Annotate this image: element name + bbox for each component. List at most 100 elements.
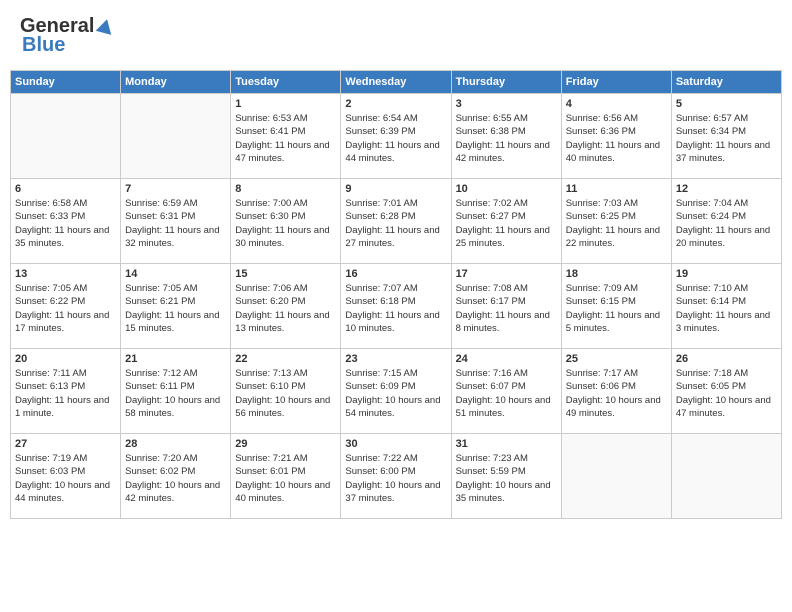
day-number: 29 bbox=[235, 438, 336, 450]
day-info: Sunrise: 6:53 AMSunset: 6:41 PMDaylight:… bbox=[235, 112, 336, 165]
day-number: 14 bbox=[125, 268, 226, 280]
day-info: Sunrise: 6:56 AMSunset: 6:36 PMDaylight:… bbox=[566, 112, 667, 165]
logo-blue-text: Blue bbox=[22, 34, 65, 57]
calendar-cell: 30 Sunrise: 7:22 AMSunset: 6:00 PMDayligh… bbox=[341, 434, 451, 519]
col-header-tuesday: Tuesday bbox=[231, 71, 341, 94]
calendar-cell: 18 Sunrise: 7:09 AMSunset: 6:15 PMDayligh… bbox=[561, 264, 671, 349]
week-row-5: 27 Sunrise: 7:19 AMSunset: 6:03 PMDayligh… bbox=[11, 434, 782, 519]
day-number: 15 bbox=[235, 268, 336, 280]
week-row-3: 13 Sunrise: 7:05 AMSunset: 6:22 PMDayligh… bbox=[11, 264, 782, 349]
day-number: 4 bbox=[566, 98, 667, 110]
col-header-monday: Monday bbox=[121, 71, 231, 94]
day-number: 31 bbox=[456, 438, 557, 450]
day-info: Sunrise: 7:04 AMSunset: 6:24 PMDaylight:… bbox=[676, 197, 777, 250]
calendar-cell bbox=[671, 434, 781, 519]
col-header-wednesday: Wednesday bbox=[341, 71, 451, 94]
day-number: 5 bbox=[676, 98, 777, 110]
logo-icon bbox=[95, 17, 115, 37]
day-info: Sunrise: 6:58 AMSunset: 6:33 PMDaylight:… bbox=[15, 197, 116, 250]
calendar-cell: 27 Sunrise: 7:19 AMSunset: 6:03 PMDayligh… bbox=[11, 434, 121, 519]
day-info: Sunrise: 7:20 AMSunset: 6:02 PMDaylight:… bbox=[125, 452, 226, 505]
calendar-cell: 8 Sunrise: 7:00 AMSunset: 6:30 PMDaylight… bbox=[231, 179, 341, 264]
col-header-sunday: Sunday bbox=[11, 71, 121, 94]
calendar-cell: 2Sunrise: 6:54 AMSunset: 6:39 PMDaylight… bbox=[341, 94, 451, 179]
calendar-cell: 31 Sunrise: 7:23 AMSunset: 5:59 PMDayligh… bbox=[451, 434, 561, 519]
logo: General Blue bbox=[20, 15, 116, 57]
day-number: 27 bbox=[15, 438, 116, 450]
calendar-cell: 11 Sunrise: 7:03 AMSunset: 6:25 PMDayligh… bbox=[561, 179, 671, 264]
day-number: 19 bbox=[676, 268, 777, 280]
day-info: Sunrise: 7:22 AMSunset: 6:00 PMDaylight:… bbox=[345, 452, 446, 505]
day-info: Sunrise: 7:17 AMSunset: 6:06 PMDaylight:… bbox=[566, 367, 667, 420]
day-number: 28 bbox=[125, 438, 226, 450]
day-number: 13 bbox=[15, 268, 116, 280]
day-info: Sunrise: 6:57 AMSunset: 6:34 PMDaylight:… bbox=[676, 112, 777, 165]
day-number: 11 bbox=[566, 183, 667, 195]
calendar-cell: 20 Sunrise: 7:11 AMSunset: 6:13 PMDayligh… bbox=[11, 349, 121, 434]
calendar-cell: 21 Sunrise: 7:12 AMSunset: 6:11 PMDayligh… bbox=[121, 349, 231, 434]
day-info: Sunrise: 7:05 AMSunset: 6:22 PMDaylight:… bbox=[15, 282, 116, 335]
day-number: 26 bbox=[676, 353, 777, 365]
day-info: Sunrise: 7:10 AMSunset: 6:14 PMDaylight:… bbox=[676, 282, 777, 335]
day-number: 12 bbox=[676, 183, 777, 195]
calendar-cell: 4 Sunrise: 6:56 AMSunset: 6:36 PMDaylight… bbox=[561, 94, 671, 179]
day-info: Sunrise: 7:09 AMSunset: 6:15 PMDaylight:… bbox=[566, 282, 667, 335]
calendar-cell: 9 Sunrise: 7:01 AMSunset: 6:28 PMDaylight… bbox=[341, 179, 451, 264]
day-info: Sunrise: 7:21 AMSunset: 6:01 PMDaylight:… bbox=[235, 452, 336, 505]
calendar-cell: 22 Sunrise: 7:13 AMSunset: 6:10 PMDayligh… bbox=[231, 349, 341, 434]
calendar-cell: 19 Sunrise: 7:10 AMSunset: 6:14 PMDayligh… bbox=[671, 264, 781, 349]
day-number: 17 bbox=[456, 268, 557, 280]
day-number: 25 bbox=[566, 353, 667, 365]
calendar-cell: 15 Sunrise: 7:06 AMSunset: 6:20 PMDayligh… bbox=[231, 264, 341, 349]
calendar-cell: 5 Sunrise: 6:57 AMSunset: 6:34 PMDaylight… bbox=[671, 94, 781, 179]
day-info: Sunrise: 7:13 AMSunset: 6:10 PMDaylight:… bbox=[235, 367, 336, 420]
header-row: SundayMondayTuesdayWednesdayThursdayFrid… bbox=[11, 71, 782, 94]
day-number: 18 bbox=[566, 268, 667, 280]
day-number: 16 bbox=[345, 268, 446, 280]
calendar-cell: 23 Sunrise: 7:15 AMSunset: 6:09 PMDayligh… bbox=[341, 349, 451, 434]
day-info: Sunrise: 7:11 AMSunset: 6:13 PMDaylight:… bbox=[15, 367, 116, 420]
day-info: Sunrise: 7:05 AMSunset: 6:21 PMDaylight:… bbox=[125, 282, 226, 335]
day-number: 6 bbox=[15, 183, 116, 195]
day-number: 9 bbox=[345, 183, 446, 195]
calendar-cell: 16 Sunrise: 7:07 AMSunset: 6:18 PMDayligh… bbox=[341, 264, 451, 349]
day-info: Sunrise: 7:18 AMSunset: 6:05 PMDaylight:… bbox=[676, 367, 777, 420]
calendar-cell bbox=[121, 94, 231, 179]
calendar-cell: 13 Sunrise: 7:05 AMSunset: 6:22 PMDayligh… bbox=[11, 264, 121, 349]
day-number: 8 bbox=[235, 183, 336, 195]
day-info: Sunrise: 7:19 AMSunset: 6:03 PMDaylight:… bbox=[15, 452, 116, 505]
page-header: General Blue bbox=[10, 10, 782, 62]
calendar-cell: 3Sunrise: 6:55 AMSunset: 6:38 PMDaylight… bbox=[451, 94, 561, 179]
week-row-1: 1Sunrise: 6:53 AMSunset: 6:41 PMDaylight… bbox=[11, 94, 782, 179]
calendar-cell: 26 Sunrise: 7:18 AMSunset: 6:05 PMDayligh… bbox=[671, 349, 781, 434]
day-number: 3 bbox=[456, 98, 557, 110]
day-info: Sunrise: 7:06 AMSunset: 6:20 PMDaylight:… bbox=[235, 282, 336, 335]
day-number: 23 bbox=[345, 353, 446, 365]
day-info: Sunrise: 7:23 AMSunset: 5:59 PMDaylight:… bbox=[456, 452, 557, 505]
day-number: 21 bbox=[125, 353, 226, 365]
day-info: Sunrise: 7:07 AMSunset: 6:18 PMDaylight:… bbox=[345, 282, 446, 335]
calendar-cell: 6 Sunrise: 6:58 AMSunset: 6:33 PMDaylight… bbox=[11, 179, 121, 264]
col-header-thursday: Thursday bbox=[451, 71, 561, 94]
day-info: Sunrise: 7:15 AMSunset: 6:09 PMDaylight:… bbox=[345, 367, 446, 420]
day-number: 30 bbox=[345, 438, 446, 450]
col-header-saturday: Saturday bbox=[671, 71, 781, 94]
day-info: Sunrise: 7:00 AMSunset: 6:30 PMDaylight:… bbox=[235, 197, 336, 250]
day-info: Sunrise: 7:12 AMSunset: 6:11 PMDaylight:… bbox=[125, 367, 226, 420]
day-info: Sunrise: 7:16 AMSunset: 6:07 PMDaylight:… bbox=[456, 367, 557, 420]
calendar-cell: 29 Sunrise: 7:21 AMSunset: 6:01 PMDayligh… bbox=[231, 434, 341, 519]
calendar-cell: 12 Sunrise: 7:04 AMSunset: 6:24 PMDayligh… bbox=[671, 179, 781, 264]
day-info: Sunrise: 6:54 AMSunset: 6:39 PMDaylight:… bbox=[345, 112, 446, 165]
day-info: Sunrise: 6:59 AMSunset: 6:31 PMDaylight:… bbox=[125, 197, 226, 250]
day-info: Sunrise: 7:01 AMSunset: 6:28 PMDaylight:… bbox=[345, 197, 446, 250]
day-info: Sunrise: 7:08 AMSunset: 6:17 PMDaylight:… bbox=[456, 282, 557, 335]
day-number: 20 bbox=[15, 353, 116, 365]
day-number: 10 bbox=[456, 183, 557, 195]
calendar-cell: 25 Sunrise: 7:17 AMSunset: 6:06 PMDayligh… bbox=[561, 349, 671, 434]
day-number: 7 bbox=[125, 183, 226, 195]
col-header-friday: Friday bbox=[561, 71, 671, 94]
day-number: 22 bbox=[235, 353, 336, 365]
day-info: Sunrise: 7:03 AMSunset: 6:25 PMDaylight:… bbox=[566, 197, 667, 250]
week-row-2: 6 Sunrise: 6:58 AMSunset: 6:33 PMDaylight… bbox=[11, 179, 782, 264]
calendar-cell: 7 Sunrise: 6:59 AMSunset: 6:31 PMDaylight… bbox=[121, 179, 231, 264]
